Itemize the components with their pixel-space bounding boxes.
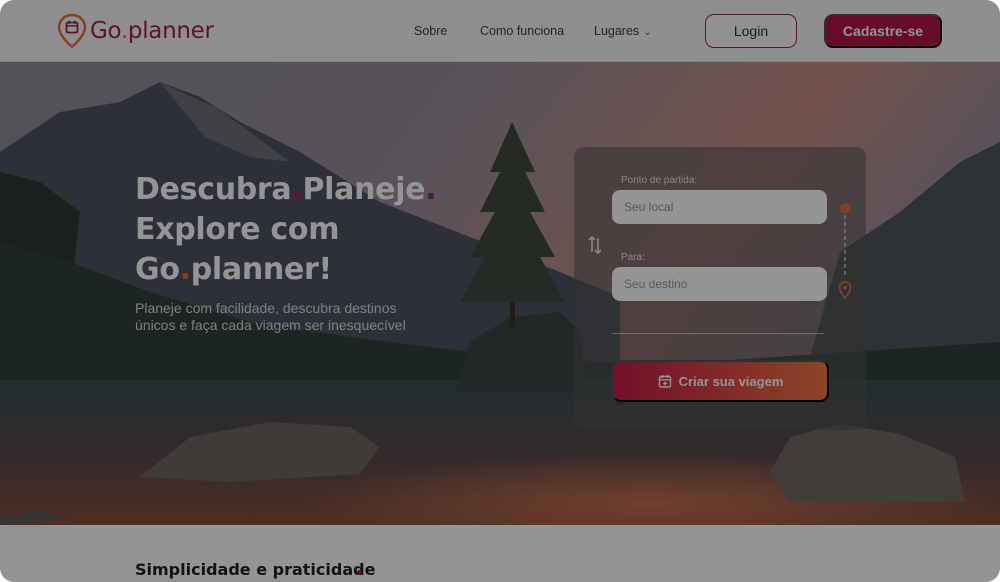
nav-link-como-funciona[interactable]: Como funciona xyxy=(480,0,564,62)
map-pin-calendar-icon xyxy=(57,13,87,49)
signup-button[interactable]: Cadastre-se xyxy=(824,14,942,48)
chevron-down-icon: ⌄ xyxy=(643,26,652,38)
brand-logo[interactable]: Go.planner xyxy=(57,12,214,50)
hero-headline: Descubra.Planeje. Explore com Go.planner… xyxy=(135,172,437,287)
destination-input[interactable] xyxy=(612,267,827,301)
calendar-plus-icon xyxy=(658,374,671,388)
nav-link-sobre[interactable]: Sobre xyxy=(414,0,447,62)
brand-name: Go.planner xyxy=(90,18,214,44)
hero-subtitle: Planeje com facilidade, descubra destino… xyxy=(135,300,406,333)
nav-dropdown-lugares[interactable]: Lugares ⌄ xyxy=(594,0,652,62)
section-title-dot xyxy=(357,570,362,575)
login-button[interactable]: Login xyxy=(705,14,797,48)
nav-dropdown-label: Lugares xyxy=(594,24,640,38)
route-pin-icon xyxy=(838,203,852,300)
origin-label: Ponto de partida: xyxy=(621,175,698,186)
swap-arrows-icon[interactable] xyxy=(588,235,602,255)
create-trip-label: Criar sua viagem xyxy=(678,373,784,389)
form-divider xyxy=(612,333,824,334)
destination-label: Para: xyxy=(621,252,645,263)
top-navbar: Go.planner Sobre Como funciona Lugares ⌄… xyxy=(0,0,1000,62)
create-trip-button[interactable]: Criar sua viagem xyxy=(612,360,829,402)
origin-input[interactable] xyxy=(612,190,827,224)
section-title: Simplicidade e praticidade xyxy=(135,560,376,579)
